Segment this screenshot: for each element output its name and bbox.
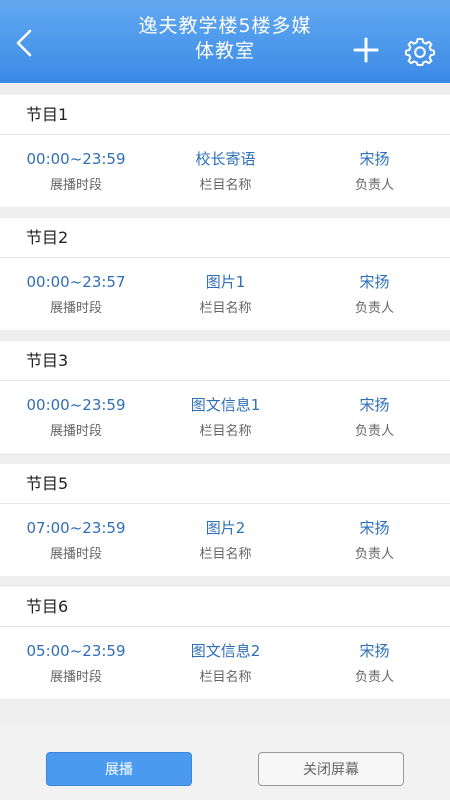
column-column: 图片2 栏目名称 xyxy=(152,504,299,576)
time-label: 展播时段 xyxy=(49,301,102,316)
owner-label: 负责人 xyxy=(354,547,394,562)
program-card[interactable]: 节目2 00:00~23:57 展播时段 图片1 栏目名称 宋扬 负责人 xyxy=(0,218,450,330)
program-card[interactable]: 节目3 00:00~23:59 展播时段 图文信息1 栏目名称 宋扬 负责人 xyxy=(0,341,450,453)
owner-column: 宋扬 负责人 xyxy=(299,504,450,576)
play-button[interactable]: 展播 xyxy=(46,752,192,786)
time-value: 00:00~23:59 xyxy=(26,396,126,414)
owner-value: 宋扬 xyxy=(359,396,390,414)
column-value: 图片1 xyxy=(205,273,246,291)
app-header: 逸夫教学楼5楼多媒 体教室 xyxy=(0,0,450,83)
owner-value: 宋扬 xyxy=(359,519,390,537)
program-name: 节目2 xyxy=(0,218,450,258)
owner-label: 负责人 xyxy=(354,178,394,193)
program-card[interactable]: 节目5 07:00~23:59 展播时段 图片2 栏目名称 宋扬 负责人 xyxy=(0,464,450,576)
time-value: 05:00~23:59 xyxy=(26,642,126,660)
column-label: 栏目名称 xyxy=(199,301,252,316)
time-column: 00:00~23:59 展播时段 xyxy=(0,135,152,207)
program-name: 节目6 xyxy=(0,587,450,627)
column-label: 栏目名称 xyxy=(199,424,252,439)
chevron-left-icon xyxy=(16,29,32,57)
time-label: 展播时段 xyxy=(49,178,102,193)
close-screen-button[interactable]: 关闭屏幕 xyxy=(258,752,404,786)
owner-column: 宋扬 负责人 xyxy=(299,135,450,207)
time-label: 展播时段 xyxy=(49,547,102,562)
column-column: 校长寄语 栏目名称 xyxy=(152,135,299,207)
program-name: 节目1 xyxy=(0,95,450,135)
owner-column: 宋扬 负责人 xyxy=(299,258,450,330)
column-column: 图片1 栏目名称 xyxy=(152,258,299,330)
owner-value: 宋扬 xyxy=(359,642,390,660)
time-value: 00:00~23:59 xyxy=(26,150,126,168)
column-value: 校长寄语 xyxy=(195,150,256,168)
time-label: 展播时段 xyxy=(49,670,102,685)
owner-value: 宋扬 xyxy=(359,273,390,291)
owner-column: 宋扬 负责人 xyxy=(299,381,450,453)
time-label: 展播时段 xyxy=(49,424,102,439)
program-card[interactable]: 节目1 00:00~23:59 展播时段 校长寄语 栏目名称 宋扬 负责人 xyxy=(0,95,450,207)
owner-label: 负责人 xyxy=(354,301,394,316)
owner-value: 宋扬 xyxy=(359,150,390,168)
gear-icon xyxy=(405,38,435,66)
time-column: 05:00~23:59 展播时段 xyxy=(0,627,152,699)
program-card[interactable]: 节目6 05:00~23:59 展播时段 图文信息2 栏目名称 宋扬 负责人 xyxy=(0,587,450,699)
column-label: 栏目名称 xyxy=(199,670,252,685)
program-list: 节目1 00:00~23:59 展播时段 校长寄语 栏目名称 宋扬 负责人 节目… xyxy=(0,95,450,710)
time-value: 00:00~23:57 xyxy=(26,273,126,291)
column-value: 图文信息1 xyxy=(190,396,261,414)
add-button[interactable] xyxy=(352,36,380,64)
time-column: 00:00~23:57 展播时段 xyxy=(0,258,152,330)
column-column: 图文信息2 栏目名称 xyxy=(152,627,299,699)
program-name: 节目5 xyxy=(0,464,450,504)
owner-label: 负责人 xyxy=(354,424,394,439)
column-column: 图文信息1 栏目名称 xyxy=(152,381,299,453)
time-column: 07:00~23:59 展播时段 xyxy=(0,504,152,576)
plus-icon xyxy=(353,37,379,63)
back-button[interactable] xyxy=(8,26,42,60)
column-value: 图文信息2 xyxy=(190,642,261,660)
owner-label: 负责人 xyxy=(354,670,394,685)
column-value: 图片2 xyxy=(205,519,246,537)
column-label: 栏目名称 xyxy=(199,178,252,193)
page-title: 逸夫教学楼5楼多媒 体教室 xyxy=(120,14,330,64)
page-title-line1: 逸夫教学楼5楼多媒 xyxy=(138,15,312,37)
settings-button[interactable] xyxy=(405,36,435,66)
time-value: 07:00~23:59 xyxy=(26,519,126,537)
bottom-action-bar: 展播 关闭屏幕 xyxy=(0,724,450,800)
time-column: 00:00~23:59 展播时段 xyxy=(0,381,152,453)
program-name: 节目3 xyxy=(0,341,450,381)
column-label: 栏目名称 xyxy=(199,547,252,562)
owner-column: 宋扬 负责人 xyxy=(299,627,450,699)
page-title-line2: 体教室 xyxy=(194,40,255,62)
